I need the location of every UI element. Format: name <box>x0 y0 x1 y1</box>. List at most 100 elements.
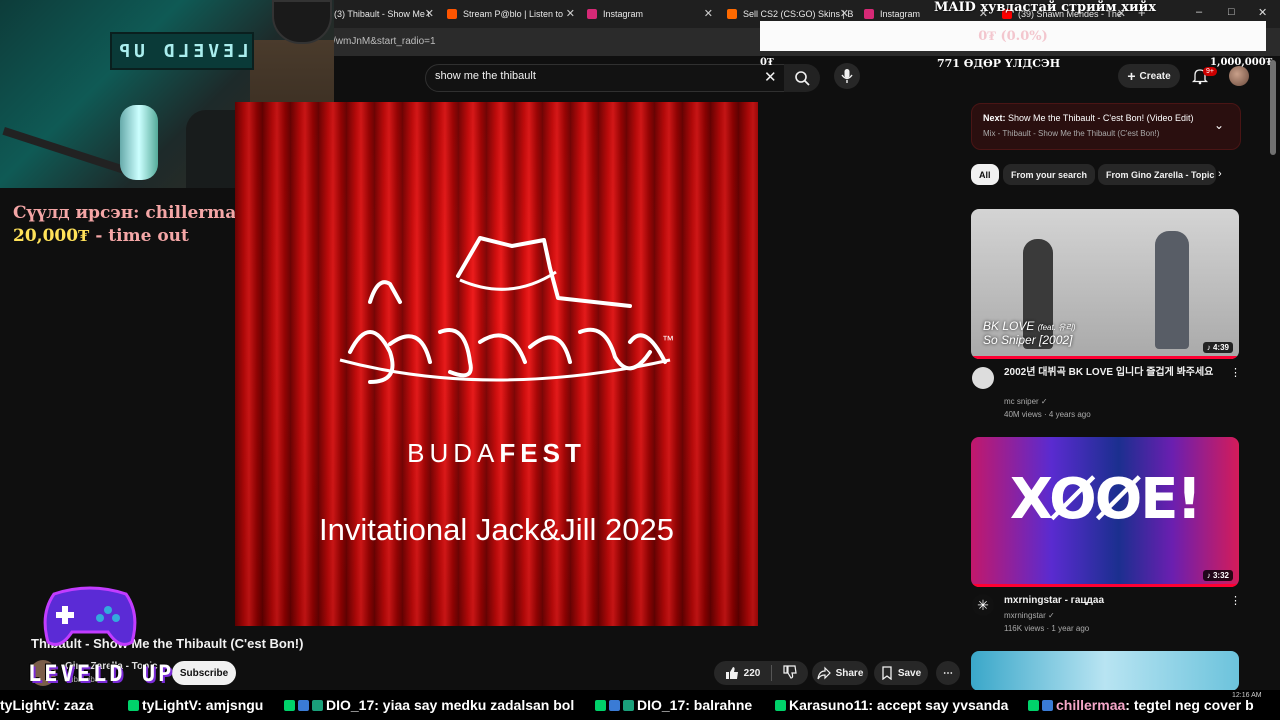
recommendation-title[interactable]: 2002년 대뷔곡 BK LOVE 입니다 즐겁게 봐주세요 <box>1004 366 1226 379</box>
video-caption: Invitational Jack&Jill 2025 <box>319 512 674 547</box>
kick-badge-icon <box>284 700 295 711</box>
subscribe-button[interactable]: Subscribe <box>172 661 236 685</box>
thumb-line1: BK LOVE <box>983 319 1035 333</box>
soundcloud-icon <box>447 9 457 19</box>
watch-progress-bar <box>971 356 1239 359</box>
thumbnail-caption: BK LOVE (feat. 유리) So Sniper [2002] <box>983 319 1076 347</box>
chat-text: : amjsngu <box>197 697 264 713</box>
system-clock: 12:16 AM <box>1232 692 1262 699</box>
tab-label: Instagram <box>603 9 644 19</box>
bookmark-icon <box>882 666 892 680</box>
trademark-mark: ™ <box>662 333 674 347</box>
plus-icon: + <box>1127 68 1136 84</box>
search-query[interactable]: show me the thibault <box>435 70 536 82</box>
vip-badge-icon <box>312 700 323 711</box>
search-button[interactable] <box>784 64 820 92</box>
goal-percent: 0₮ (0.0%) <box>978 29 1048 44</box>
more-horizontal-icon: ⋯ <box>943 667 953 679</box>
browser-tab[interactable]: Instagram ✕ <box>587 4 717 24</box>
instagram-icon <box>587 9 597 19</box>
chip-from-channel[interactable]: From Gino Zarella - Topic <box>1098 164 1216 185</box>
chevron-down-icon[interactable]: ⌄ <box>1214 118 1224 132</box>
more-vertical-icon[interactable]: ⋮ <box>1230 366 1241 379</box>
browser-tab-active[interactable]: (3) Thibault - Show Me t ✕ <box>334 4 438 24</box>
nutcracker-swing-logo: ™ <box>339 236 674 384</box>
up-next-subtitle: Mix - Thibault - Show Me the Thibault (C… <box>983 129 1160 138</box>
create-button[interactable]: + Create <box>1118 64 1180 88</box>
channel-avatar[interactable] <box>972 367 994 389</box>
chat-user: DIO_17 <box>326 697 375 713</box>
chat-user: DIO_17 <box>637 697 686 713</box>
chat-text: : tegtel neg cover b <box>1125 697 1254 713</box>
save-button[interactable]: Save <box>874 661 928 685</box>
leveled-up-logo-text: LEVELD UP <box>28 662 175 687</box>
more-vertical-icon[interactable]: ⋮ <box>1230 594 1241 607</box>
brand-part-b: FEST <box>499 438 586 468</box>
chevron-right-icon[interactable]: › <box>1218 168 1222 180</box>
recommendation-thumbnail[interactable]: BK LOVE (feat. 유리) So Sniper [2002] ♪ 4:… <box>971 209 1239 359</box>
chat-text: : zaza <box>55 697 94 713</box>
vip-badge-icon <box>623 700 634 711</box>
clear-search-icon[interactable]: ✕ <box>764 68 777 86</box>
thumbnail-title-text: XØØE! <box>1009 467 1202 532</box>
chat-text: : accept say yvsanda <box>868 697 1009 713</box>
save-label: Save <box>897 667 922 679</box>
chat-text: : balrahne <box>685 697 753 713</box>
brand-part-a: BUDA <box>407 438 500 468</box>
duration-text: 3:32 <box>1212 571 1229 580</box>
voice-search-button[interactable] <box>834 63 860 89</box>
up-next-card[interactable] <box>971 103 1241 150</box>
more-actions-button[interactable]: ⋯ <box>936 661 960 685</box>
search-icon <box>795 71 810 86</box>
up-next-label: Next: <box>983 113 1006 123</box>
chat-text: : yiaa say medku zadalsan bol <box>374 697 575 713</box>
recommendation-title[interactable]: mxrningstar - гацдаа <box>1004 594 1226 607</box>
chat-message: tyLightV: zaza <box>0 697 93 713</box>
up-next-title[interactable]: Next: Show Me the Thibault - C'est Bon! … <box>983 113 1194 123</box>
chip-from-your-search[interactable]: From your search <box>1003 164 1096 185</box>
skins-site-icon <box>727 9 737 19</box>
tab-label: Sell CS2 (CS:GO) Skins | B <box>743 9 853 19</box>
url-text[interactable]: /wmJnM&start_radio=1 <box>333 36 436 47</box>
thumb-feat: (feat. 유리) <box>1037 323 1076 332</box>
recommendation-channel[interactable]: mxrningstar ✓ <box>1004 611 1055 620</box>
goal-min: 0₮ <box>760 57 774 68</box>
kick-badge-icon <box>128 700 139 711</box>
share-button[interactable]: Share <box>812 661 868 685</box>
close-window-button[interactable]: ✕ <box>1258 6 1267 19</box>
microphone <box>120 105 158 180</box>
close-tab-icon[interactable]: ✕ <box>840 7 849 20</box>
thumbs-up-icon <box>725 667 738 679</box>
singer-figure <box>1155 231 1189 349</box>
verified-icon: ✓ <box>1040 397 1048 406</box>
close-tab-icon[interactable]: ✕ <box>425 7 434 20</box>
star-avatar-icon[interactable]: ✳ <box>972 594 994 616</box>
dislike-button[interactable] <box>783 664 798 682</box>
tab-label: Stream P@blo | Listen to <box>463 9 564 19</box>
chip-all[interactable]: All <box>971 164 999 185</box>
watch-progress-bar <box>971 584 1239 587</box>
share-icon <box>816 666 831 680</box>
recommendation-thumbnail[interactable] <box>971 651 1239 691</box>
up-next-video-title: Show Me the Thibault - C'est Bon! (Video… <box>1008 113 1194 123</box>
recommendation-thumbnail[interactable]: XØØE! ♪ 3:32 <box>971 437 1239 587</box>
chat-message: Karasuno11: accept say yvsanda <box>775 697 1008 713</box>
browser-tab[interactable]: Stream P@blo | Listen to ✕ <box>447 4 579 24</box>
channel-label: mxrningstar <box>1004 611 1046 620</box>
close-tab-icon[interactable]: ✕ <box>566 7 575 20</box>
dartboard <box>272 0 332 44</box>
chat-user: Karasuno11 <box>789 697 869 713</box>
like-button[interactable]: 220 <box>725 666 760 680</box>
create-label: Create <box>1139 70 1171 82</box>
divider <box>771 665 773 681</box>
scrollbar-thumb[interactable] <box>1270 60 1276 155</box>
sub-badge-icon <box>1042 700 1053 711</box>
sub-badge-icon <box>298 700 309 711</box>
donation-prefix: Сүүлд ирсэн: chillermaa, <box>13 203 254 223</box>
close-tab-icon[interactable]: ✕ <box>704 7 713 20</box>
microphone-icon <box>841 69 853 83</box>
goal-days-left: 771 ӨДӨР ҮЛДСЭН <box>937 57 1061 70</box>
recommendation-channel[interactable]: mc sniper ✓ <box>1004 397 1048 406</box>
maximize-button[interactable]: □ <box>1228 6 1235 18</box>
account-avatar[interactable] <box>1229 66 1249 86</box>
